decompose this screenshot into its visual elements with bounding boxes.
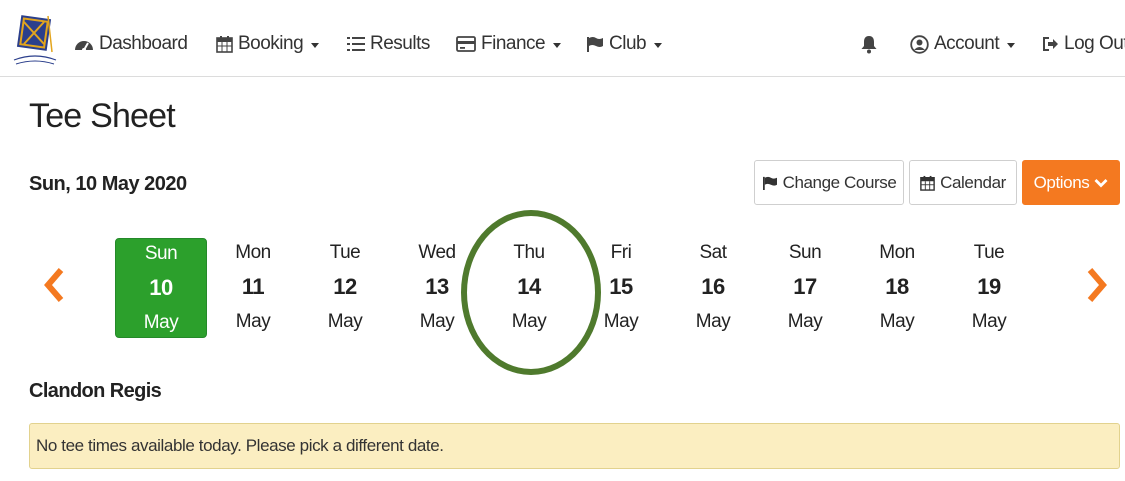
nav-results[interactable]: Results: [347, 31, 430, 57]
day-num: 17: [793, 274, 817, 299]
change-course-button[interactable]: Change Course: [754, 160, 904, 205]
nav-club[interactable]: Club: [586, 31, 663, 57]
day-5[interactable]: Fri 15 May: [575, 238, 667, 338]
club-logo[interactable]: [10, 12, 60, 70]
chevron-down-icon: [553, 42, 562, 48]
day-num: 12: [333, 274, 357, 299]
nav-booking[interactable]: Booking: [216, 31, 320, 57]
day-dow: Tue: [329, 242, 361, 263]
day-month: May: [511, 311, 547, 332]
day-8[interactable]: Mon 18 May: [851, 238, 943, 338]
notifications-bell[interactable]: [860, 31, 878, 57]
calendar-icon: [920, 175, 935, 191]
current-date-label: Sun, 10 May 2020: [29, 173, 187, 195]
day-num: 15: [609, 274, 633, 299]
day-num: 18: [885, 274, 909, 299]
day-dow: Tue: [973, 242, 1005, 263]
day-month: May: [327, 311, 363, 332]
day-month: May: [695, 311, 731, 332]
day-month: May: [603, 311, 639, 332]
day-num: 13: [425, 274, 449, 299]
chevron-left-icon: [44, 268, 64, 302]
day-3[interactable]: Wed 13 May: [391, 238, 483, 338]
nav-results-label: Results: [370, 33, 430, 54]
nav-booking-label: Booking: [238, 33, 304, 54]
day-num: 11: [241, 274, 265, 299]
bell-icon: [861, 35, 877, 53]
day-num: 14: [517, 274, 541, 299]
day-dow: Thu: [513, 242, 545, 263]
options-label: Options: [1033, 172, 1090, 192]
options-dropdown-button[interactable]: Options: [1022, 160, 1120, 205]
day-dow: Sun: [144, 243, 178, 264]
alert-message: No tee times available today. Please pic…: [36, 436, 444, 455]
day-month: May: [971, 311, 1007, 332]
top-navbar: Dashboard Booking Results Finance Club A…: [0, 10, 1125, 77]
next-days-arrow[interactable]: [1085, 265, 1109, 305]
chevron-down-icon: [654, 42, 663, 48]
day-dow: Fri: [610, 242, 632, 263]
previous-days-arrow[interactable]: [42, 265, 66, 305]
chevron-down-icon: [1007, 42, 1016, 48]
nav-club-label: Club: [609, 33, 647, 54]
day-0[interactable]: Sun 10 May: [115, 238, 207, 338]
nav-logout-label: Log Out: [1064, 33, 1125, 54]
day-7[interactable]: Sun 17 May: [759, 238, 851, 338]
no-tee-times-alert: No tee times available today. Please pic…: [29, 423, 1120, 469]
day-4[interactable]: Thu 14 May: [483, 238, 575, 338]
day-dow: Mon: [879, 242, 915, 263]
user-circle-icon: [910, 34, 929, 54]
chevron-down-icon: [1094, 178, 1108, 187]
day-dow: Sun: [788, 242, 822, 263]
nav-finance[interactable]: Finance: [456, 31, 562, 57]
nav-account[interactable]: Account: [910, 31, 1016, 57]
day-month: May: [787, 311, 823, 332]
list-icon: [347, 37, 365, 51]
club-logo-crest-icon: [13, 15, 57, 65]
day-dow: Wed: [418, 242, 456, 263]
chevron-down-icon: [311, 42, 320, 48]
nav-logout[interactable]: Log Out: [1042, 31, 1125, 57]
course-name: Clandon Regis: [29, 380, 162, 402]
credit-card-icon: [456, 36, 476, 52]
chevron-right-icon: [1087, 268, 1107, 302]
day-num: 16: [701, 274, 725, 299]
day-num: 19: [977, 274, 1001, 299]
calendar-icon: [216, 36, 233, 53]
nav-dashboard-label: Dashboard: [99, 33, 188, 54]
nav-account-label: Account: [934, 33, 1000, 54]
calendar-button[interactable]: Calendar: [909, 160, 1017, 205]
change-course-label: Change Course: [782, 172, 897, 192]
day-month: May: [143, 312, 179, 333]
day-1[interactable]: Mon 11 May: [207, 238, 299, 338]
day-dow: Sat: [699, 242, 727, 263]
day-num: 10: [149, 275, 173, 300]
day-9[interactable]: Tue 19 May: [943, 238, 1035, 338]
flag-icon: [587, 37, 603, 52]
day-month: May: [235, 311, 271, 332]
day-month: May: [419, 311, 455, 332]
nav-finance-label: Finance: [481, 33, 546, 54]
flag-icon: [762, 176, 777, 190]
day-month: May: [879, 311, 915, 332]
day-2[interactable]: Tue 12 May: [299, 238, 391, 338]
page-title: Tee Sheet: [29, 97, 176, 135]
calendar-label: Calendar: [940, 172, 1006, 192]
day-dow: Mon: [235, 242, 271, 263]
day-6[interactable]: Sat 16 May: [667, 238, 759, 338]
dashboard-gauge-icon: [75, 41, 93, 52]
sign-out-icon: [1043, 37, 1058, 51]
nav-dashboard[interactable]: Dashboard: [74, 31, 188, 57]
